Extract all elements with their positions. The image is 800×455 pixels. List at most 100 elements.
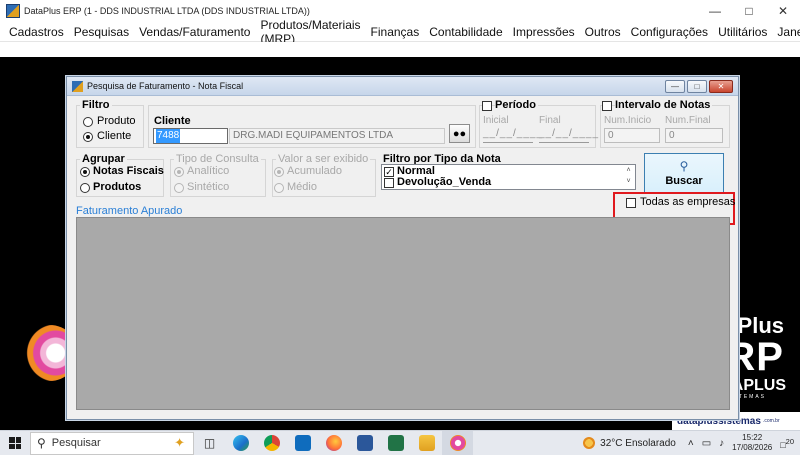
tipo-nota-list[interactable]: ✓ Normal Devolução_Venda ˄ ˅	[381, 164, 636, 190]
notification-count: 20	[785, 436, 794, 446]
maximize-icon[interactable]: □	[732, 0, 766, 22]
dialog-titlebar: Pesquisa de Faturamento - Nota Fiscal — …	[67, 77, 738, 96]
clock-date: 17/08/2026	[732, 443, 773, 452]
taskbar-search[interactable]: ⚲ Pesquisar ✦	[30, 431, 194, 455]
cliente-label: Cliente	[154, 115, 191, 127]
list-scroll-arrows[interactable]: ˄ ˅	[622, 165, 635, 189]
filtro-cliente-radio[interactable]	[83, 132, 93, 142]
analitico-label[interactable]: Analítico	[187, 165, 229, 177]
client-code-input[interactable]: 7488	[153, 128, 228, 144]
intervalo-inicio-label: Num.Inicio	[604, 115, 652, 126]
acumulado-label[interactable]: Acumulado	[287, 165, 342, 177]
taskbar: ⚲ Pesquisar ✦ ◫ 32°C Ensolarado ˄ ▭ ♪ 15…	[0, 430, 800, 455]
periodo-final-label: Final	[539, 115, 561, 126]
tipo-devolucao-checkbox[interactable]	[384, 178, 394, 188]
dialog-app-icon	[72, 80, 83, 92]
dataplus-taskbar-icon[interactable]	[442, 430, 473, 455]
menu-vendas-faturamento[interactable]: Vendas/Faturamento	[134, 25, 255, 39]
minimize-icon[interactable]: —	[698, 0, 732, 22]
taskbar-clock[interactable]: 15:22 17/08/2026	[732, 433, 772, 453]
todas-empresas-checkbox[interactable]	[626, 198, 636, 208]
periodo-inicial-label: Inicial	[483, 115, 509, 126]
sintetico-radio[interactable]	[174, 183, 184, 193]
toolbar-strip	[0, 42, 800, 57]
filtro-label: Filtro	[80, 99, 112, 111]
brand-aplus-text: APLUS	[731, 377, 786, 394]
clock-time: 15:22	[742, 433, 763, 442]
volume-icon[interactable]: ♪	[719, 438, 724, 449]
filtro-produto-label[interactable]: Produto	[97, 115, 136, 127]
periodo-final-input[interactable]: __/__/____	[539, 128, 598, 143]
buscar-button[interactable]: ⚲ Buscar	[644, 153, 724, 193]
menu-cadastros[interactable]: Cadastros	[4, 25, 69, 39]
periodo-inicial-input[interactable]: __/__/____	[483, 128, 542, 143]
edge-icon[interactable]	[225, 431, 256, 455]
client-search-button[interactable]: ●●	[449, 124, 470, 143]
sintetico-label[interactable]: Sintético	[187, 181, 229, 193]
client-name-field: DRG.MADI EQUIPAMENTOS LTDA	[229, 128, 445, 144]
agrupar-produtos-radio[interactable]	[80, 183, 90, 193]
resultado-grid[interactable]	[76, 217, 730, 410]
acumulado-radio[interactable]	[274, 167, 284, 177]
intervalo-checkbox[interactable]	[602, 101, 612, 111]
task-view-icon[interactable]: ◫	[194, 431, 225, 455]
filtro-cliente-label[interactable]: Cliente	[97, 130, 131, 142]
medio-label[interactable]: Médio	[287, 181, 317, 193]
dialog-close-icon[interactable]: ✕	[709, 79, 733, 93]
agrupar-produtos-label[interactable]: Produtos	[93, 181, 141, 193]
medio-radio[interactable]	[274, 183, 284, 193]
windows-logo-icon	[9, 437, 21, 449]
resultado-title: Faturamento Apurado	[76, 205, 183, 217]
menu-pesquisas[interactable]: Pesquisas	[69, 25, 134, 39]
buscar-label: Buscar	[665, 174, 703, 187]
agrupar-notas-radio[interactable]	[80, 167, 90, 177]
tipo-normal-checkbox[interactable]: ✓	[384, 167, 394, 177]
file-explorer-icon[interactable]	[411, 431, 442, 455]
filtro-produto-radio[interactable]	[83, 117, 93, 127]
firefox-icon[interactable]	[318, 431, 349, 455]
menu-impressoes[interactable]: Impressões	[508, 25, 580, 39]
intervalo-label[interactable]: Intervalo de Notas	[615, 99, 713, 111]
num-final-input[interactable]: 0	[665, 128, 723, 143]
num-inicio-input[interactable]: 0	[604, 128, 660, 143]
chrome-icon[interactable]	[256, 431, 287, 455]
outlook-icon[interactable]	[287, 431, 318, 455]
dialog-maximize-icon[interactable]: □	[687, 79, 707, 93]
periodo-label[interactable]: Período	[495, 99, 538, 111]
binoculars-icon: ●●	[452, 127, 467, 140]
analitico-radio[interactable]	[174, 167, 184, 177]
periodo-checkbox[interactable]	[482, 101, 492, 111]
word-icon[interactable]	[349, 431, 380, 455]
scroll-down-icon[interactable]: ˅	[622, 176, 635, 187]
close-icon[interactable]: ✕	[766, 0, 800, 22]
tray-chevron-icon[interactable]: ˄	[688, 438, 694, 449]
menu-financas[interactable]: Finanças	[366, 25, 425, 39]
tipo-devolucao-label[interactable]: Devolução_Venda	[397, 176, 491, 188]
network-icon[interactable]: ▭	[702, 438, 711, 449]
weather-sun-icon	[583, 437, 596, 449]
agrupar-notas-label[interactable]: Notas Fiscais	[93, 165, 164, 177]
client-code-value: 7488	[156, 129, 181, 143]
intervalo-final-label: Num.Final	[665, 115, 711, 126]
menu-utilitarios[interactable]: Utilitários	[713, 25, 772, 39]
brand-url-suffix: .com.br	[762, 418, 780, 424]
app-logo-icon	[6, 4, 20, 18]
app-title: DataPlus ERP (1 - DDS INDUSTRIAL LTDA (D…	[24, 6, 310, 16]
notification-icon[interactable]: □20	[780, 437, 794, 450]
start-button[interactable]	[0, 431, 30, 455]
menu-contabilidade[interactable]: Contabilidade	[424, 25, 507, 39]
menu-configuracoes[interactable]: Configurações	[626, 25, 713, 39]
scroll-up-icon[interactable]: ˄	[622, 165, 635, 176]
dialog-title: Pesquisa de Faturamento - Nota Fiscal	[87, 81, 244, 91]
todas-empresas-label[interactable]: Todas as empresas	[640, 196, 735, 208]
dialog-minimize-icon[interactable]: —	[665, 79, 685, 93]
search-highlight-icon: ✦	[174, 434, 185, 450]
valor-exibido-label: Valor a ser exibido	[276, 153, 371, 165]
tipo-consulta-label: Tipo de Consulta	[174, 153, 261, 165]
excel-icon[interactable]	[380, 431, 411, 455]
weather-text[interactable]: 32°C Ensolarado	[600, 438, 676, 449]
menu-janelas[interactable]: Janelas	[772, 25, 800, 39]
system-tray: 32°C Ensolarado ˄ ▭ ♪ 15:22 17/08/2026 □…	[583, 431, 800, 455]
brand-temas-text: TEMAS	[738, 394, 766, 400]
menu-outros[interactable]: Outros	[580, 25, 626, 39]
